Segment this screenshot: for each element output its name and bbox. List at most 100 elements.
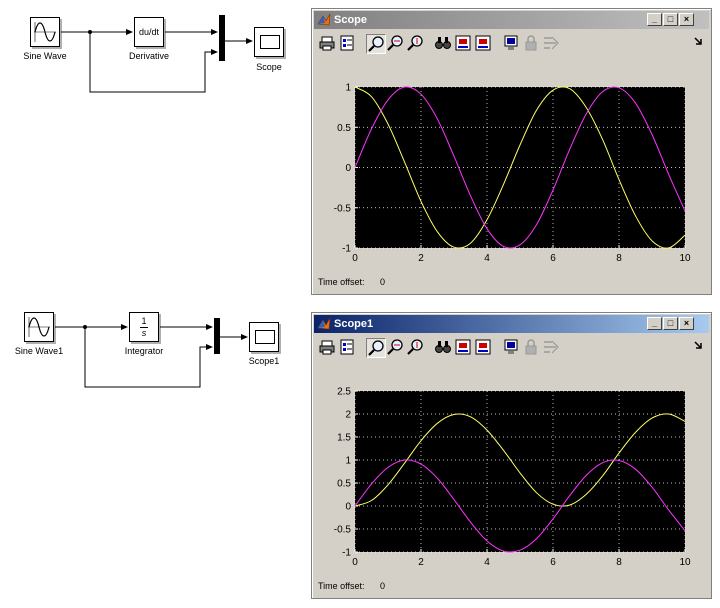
scope-chart: 0 2 4 6 8 10 -1 -0.5 0 0.5 1 (334, 83, 691, 265)
save-axes-button[interactable] (454, 338, 474, 358)
lock-axes-icon (525, 35, 537, 51)
y-tick-label: -0.5 (334, 203, 352, 214)
maximize-icon: □ (667, 318, 674, 328)
title-bar[interactable]: Scope1 _ □ × (314, 315, 709, 333)
x-tick-label: 4 (484, 557, 490, 568)
maximize-button[interactable]: □ (663, 13, 678, 26)
x-tick-label: 2 (418, 557, 424, 568)
zoom-icon (368, 340, 384, 356)
zoom-x-icon (387, 35, 403, 51)
window-title: Scope (334, 14, 368, 26)
lock-axes-icon (525, 339, 537, 355)
time-offset-value: 0 (380, 581, 386, 591)
restore-axes-button[interactable] (474, 34, 494, 54)
lock-axes-button[interactable] (522, 34, 542, 54)
window-title: Scope1 (334, 318, 374, 330)
zoom-button[interactable] (366, 34, 386, 54)
scope1-window[interactable]: Scope1 _ □ × 0 2 4 6 8 10 -1 -0.5 0 0.5 1 1.5 2 2.5 Time o… (311, 312, 712, 599)
save-axes-icon (455, 35, 471, 51)
lock-axes-button[interactable] (522, 338, 542, 358)
x-tick-label: 6 (550, 253, 556, 264)
restore-axes-icon (475, 339, 491, 355)
close-icon: × (683, 14, 690, 24)
dock-arrow-icon (694, 37, 702, 45)
print-button[interactable] (318, 338, 338, 358)
autoscale-icon (435, 341, 451, 353)
y-tick-label: 0.5 (337, 123, 351, 134)
minimize-icon: _ (651, 318, 657, 328)
y-tick-label: -0.5 (334, 525, 352, 536)
autoscale-button[interactable] (434, 338, 454, 358)
x-tick-label: 0 (352, 253, 358, 264)
x-tick-label: 10 (679, 557, 691, 568)
x-tick-label: 6 (550, 557, 556, 568)
zoom-x-button[interactable] (386, 338, 406, 358)
close-icon: × (683, 318, 690, 328)
x-tick-label: 10 (679, 253, 691, 264)
x-tick-label: 2 (418, 253, 424, 264)
matlab-logo-icon (317, 13, 331, 26)
parameters-button[interactable] (338, 34, 358, 54)
y-tick-label: 1.5 (337, 433, 351, 444)
y-tick-label: 0 (345, 163, 351, 174)
time-offset-label: Time offset: (318, 277, 365, 287)
time-offset-value: 0 (380, 277, 386, 287)
y-tick-label: -1 (342, 548, 351, 559)
dock-button[interactable] (692, 338, 712, 358)
parameters-icon (340, 35, 354, 51)
x-tick-label: 0 (352, 557, 358, 568)
close-button[interactable]: × (679, 13, 694, 26)
signal-selection-icon (544, 340, 559, 354)
matlab-logo-icon (317, 317, 331, 330)
plot-axes (355, 391, 685, 552)
x-tick-label: 8 (616, 557, 622, 568)
print-icon (319, 36, 335, 51)
zoom-x-button[interactable] (386, 34, 406, 54)
floating-scope-icon (504, 339, 518, 354)
signal-lines (55, 324, 248, 388)
minimize-button[interactable]: _ (647, 13, 662, 26)
x-tick-label: 4 (484, 253, 490, 264)
zoom-y-icon (407, 35, 423, 51)
time-offset-label: Time offset: (318, 581, 365, 591)
save-axes-button[interactable] (454, 34, 474, 54)
x-tick-label: 8 (616, 253, 622, 264)
autoscale-button[interactable] (434, 34, 454, 54)
scope-toolbar (314, 335, 709, 359)
zoom-x-icon (387, 339, 403, 355)
plot-area: 0 2 4 6 8 10 -1 -0.5 0 0.5 1 1.5 2 2.5 Time offset: 0 (314, 359, 709, 596)
save-axes-icon (455, 339, 471, 355)
restore-axes-button[interactable] (474, 338, 494, 358)
title-bar[interactable]: Scope _ □ × (314, 11, 709, 29)
y-tick-label: 0.5 (337, 479, 351, 490)
parameters-button[interactable] (338, 338, 358, 358)
zoom-button[interactable] (366, 338, 386, 358)
signal-selection-button[interactable] (542, 34, 562, 54)
zoom-icon (368, 36, 384, 52)
parameters-icon (340, 339, 354, 355)
autoscale-icon (435, 37, 451, 49)
floating-scope-button[interactable] (502, 34, 522, 54)
plot-area: 0 2 4 6 8 10 -1 -0.5 0 0.5 1 Time offset: 0 (314, 55, 709, 292)
minimize-icon: _ (651, 14, 657, 24)
close-button[interactable]: × (679, 317, 694, 330)
zoom-y-button[interactable] (406, 338, 426, 358)
dock-button[interactable] (692, 34, 712, 54)
print-icon (319, 340, 335, 355)
scope-window[interactable]: Scope _ □ × 0 2 4 6 8 10 -1 -0.5 0 0.5 1 Time offset: 0 (311, 8, 712, 295)
floating-scope-button[interactable] (502, 338, 522, 358)
print-button[interactable] (318, 34, 338, 54)
maximize-button[interactable]: □ (663, 317, 678, 330)
y-tick-label: 1 (345, 456, 351, 467)
zoom-y-button[interactable] (406, 34, 426, 54)
y-tick-label: 2 (345, 410, 351, 421)
y-tick-label: 2.5 (337, 387, 351, 398)
scope-toolbar (314, 31, 709, 55)
y-tick-label: 0 (345, 502, 351, 513)
y-tick-label: -1 (342, 244, 351, 255)
signal-selection-button[interactable] (542, 338, 562, 358)
floating-scope-icon (504, 35, 518, 50)
signal-selection-icon (544, 36, 559, 50)
minimize-button[interactable]: _ (647, 317, 662, 330)
restore-axes-icon (475, 35, 491, 51)
